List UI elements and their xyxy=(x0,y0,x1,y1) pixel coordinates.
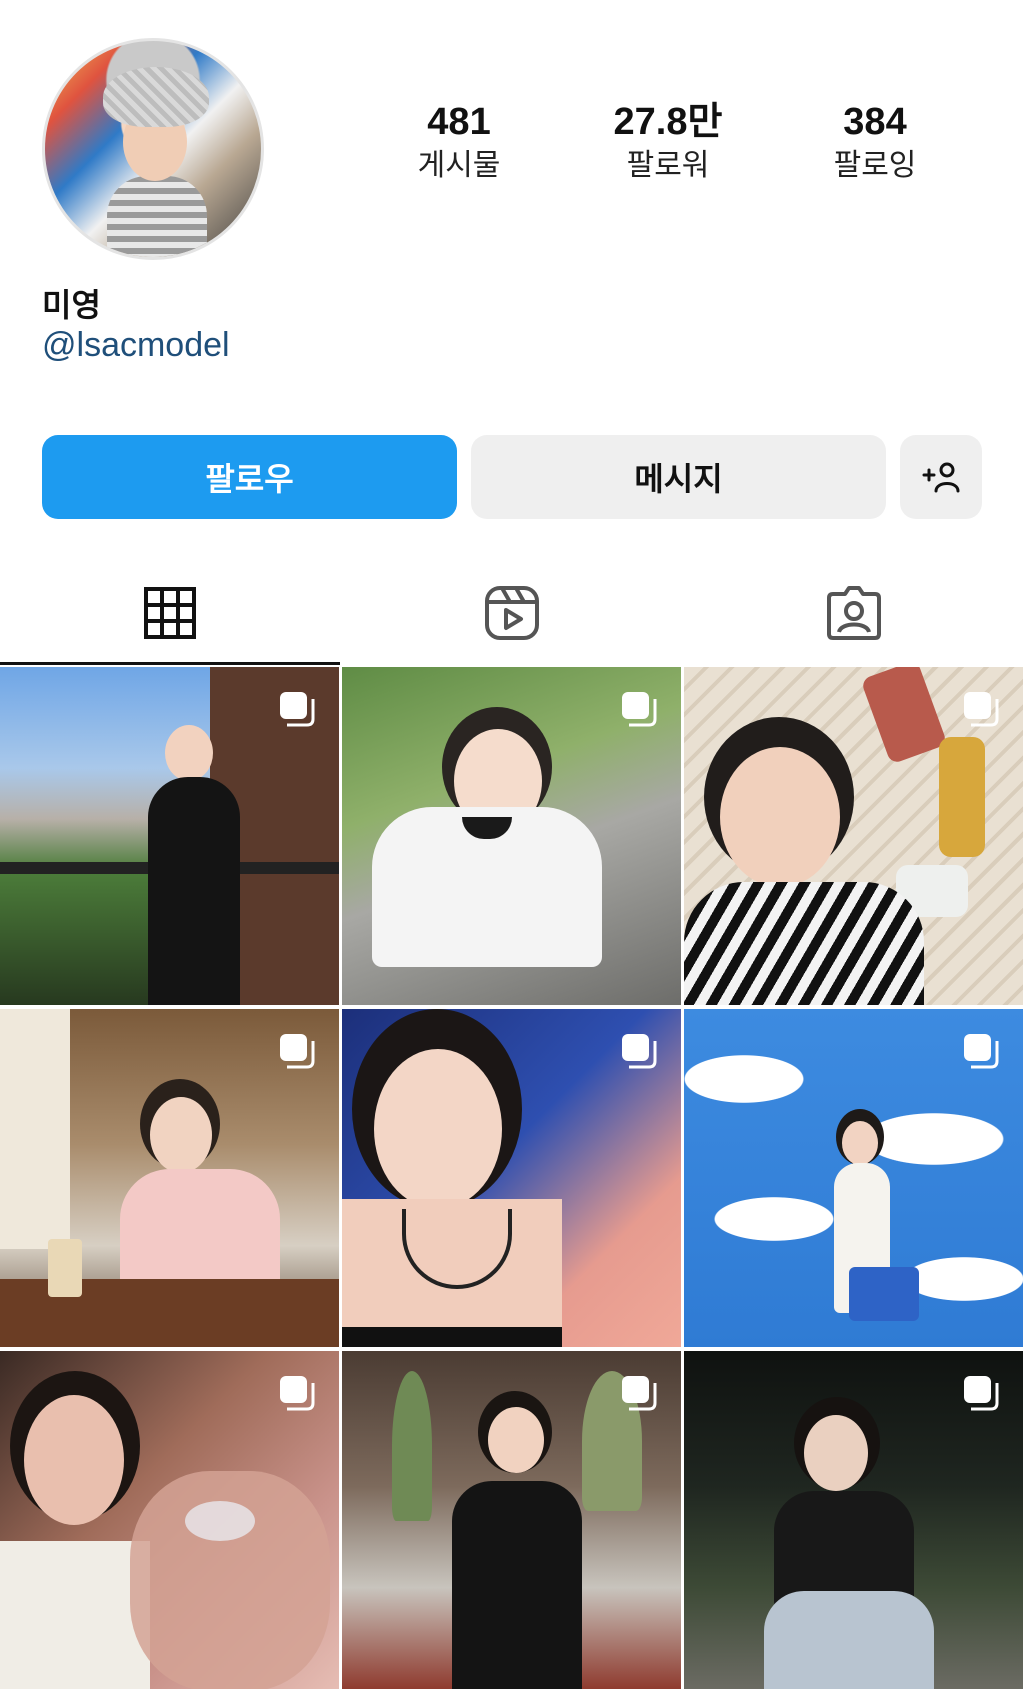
multiple-photos-icon xyxy=(964,692,999,727)
post-9[interactable] xyxy=(684,1351,1023,1689)
post-1[interactable] xyxy=(0,667,339,1005)
avatar-hat xyxy=(103,67,209,127)
stat-following[interactable]: 384 팔로잉 xyxy=(790,100,960,186)
stat-posts-count: 481 xyxy=(427,101,491,143)
reels-icon xyxy=(485,585,539,640)
post-2[interactable] xyxy=(342,667,681,1005)
stat-followers-count: 27.8만 xyxy=(613,101,723,143)
multiple-photos-icon xyxy=(622,1376,657,1411)
tab-tagged[interactable] xyxy=(684,560,1024,665)
multiple-photos-icon xyxy=(622,1034,657,1069)
stat-posts-label: 게시물 xyxy=(417,148,501,183)
stat-following-label: 팔로잉 xyxy=(833,148,917,183)
stat-posts[interactable]: 481 게시물 xyxy=(374,100,544,186)
person-add-icon xyxy=(922,462,960,493)
post-3[interactable] xyxy=(684,667,1023,1005)
follow-button[interactable]: 팔로우 xyxy=(42,435,457,519)
post-5[interactable] xyxy=(342,1009,681,1347)
tagged-icon xyxy=(827,585,881,640)
multiple-photos-icon xyxy=(622,692,657,727)
multiple-photos-icon xyxy=(964,1034,999,1069)
stat-followers[interactable]: 27.8만 팔로워 xyxy=(583,100,753,186)
multiple-photos-icon xyxy=(280,1034,315,1069)
grid-icon xyxy=(144,586,196,639)
tab-reels[interactable] xyxy=(342,560,682,665)
multiple-photos-icon xyxy=(280,1376,315,1411)
multiple-photos-icon xyxy=(280,692,315,727)
message-button[interactable]: 메시지 xyxy=(471,435,886,519)
multiple-photos-icon xyxy=(964,1376,999,1411)
tab-posts[interactable] xyxy=(0,560,340,665)
profile-handle[interactable]: @lsacmodel xyxy=(42,326,230,365)
avatar-body xyxy=(107,176,207,257)
profile-tabs xyxy=(0,560,1024,665)
post-8[interactable] xyxy=(342,1351,681,1689)
avatar[interactable] xyxy=(42,38,264,260)
post-6[interactable] xyxy=(684,1009,1023,1347)
post-7[interactable] xyxy=(0,1351,339,1689)
stat-following-count: 384 xyxy=(843,101,907,143)
add-user-button[interactable] xyxy=(900,435,982,519)
profile-name: 미영 xyxy=(42,286,101,324)
stat-followers-label: 팔로워 xyxy=(626,148,710,183)
post-4[interactable] xyxy=(0,1009,339,1347)
